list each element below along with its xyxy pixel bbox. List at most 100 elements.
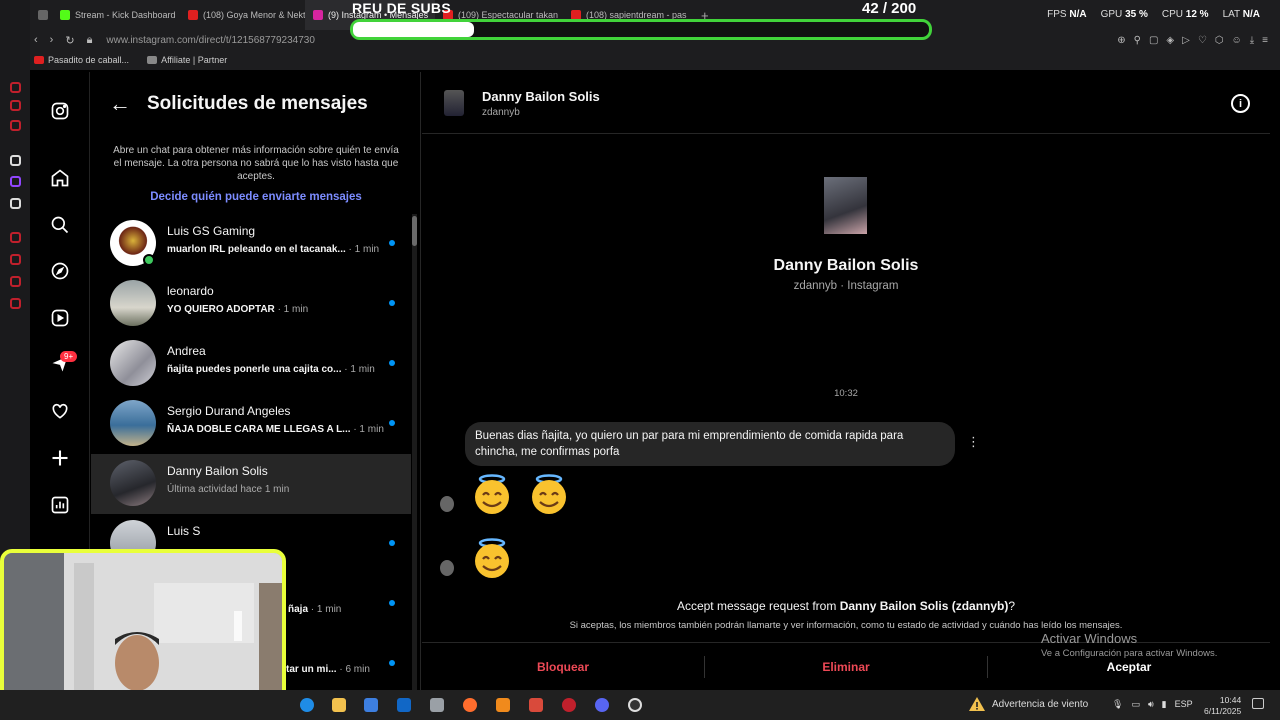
scrollbar-thumb[interactable] [412,216,417,246]
volume-icon[interactable]: 🔊︎ [1148,699,1154,710]
extensions-icon[interactable]: ⬡ [1215,35,1224,46]
twitch-icon[interactable] [10,176,21,187]
sender-avatar [440,560,454,576]
contact-name[interactable]: Danny Bailon Solis [482,89,600,104]
reels-icon[interactable] [48,306,72,330]
app-icon[interactable] [529,698,543,712]
shield-icon[interactable]: ◈ [1166,35,1174,46]
clock[interactable]: 10:44 6/11/2025 [1204,695,1241,717]
edge-icon[interactable] [300,698,314,712]
back-arrow-icon[interactable]: ← [109,91,131,117]
request-preview: ñajita puedes ponerle una cajita co... ·… [167,364,375,375]
sidebar-app-icon[interactable] [10,82,21,93]
notifications-icon[interactable] [1252,698,1264,709]
accept-name: Danny Bailon Solis (zdannyb) [839,599,1009,613]
sidebar-app-icon[interactable] [10,120,21,131]
tab-youtube-1[interactable]: (108) Goya Menor & Nekt [180,0,305,30]
url-field[interactable]: www.instagram.com/direct/t/1215687792347… [106,35,314,46]
profile-avatar[interactable] [824,177,867,234]
who-can-message-link[interactable]: Decide quién puede enviarte mensajes [91,191,420,203]
language-indicator[interactable]: ESP [1175,699,1193,710]
obs-icon[interactable] [628,698,642,712]
reload-icon[interactable]: ↻ [65,34,74,47]
request-name: leonardo [167,284,214,298]
heart-outline-icon[interactable]: ♡ [1198,35,1207,46]
message-bubble[interactable]: Buenas dias ñajita, yo quiero un par par… [465,422,955,466]
bookmark-item[interactable]: Pasadito de caball... [34,55,129,65]
request-item[interactable]: Andrea ñajita puedes ponerle una cajita … [91,334,411,394]
fps-label: FPS [1047,9,1067,20]
watermark-title: Activar Windows [1041,631,1138,646]
message-timestamp: 10:32 [834,388,858,399]
preview-time: · 1 min [344,364,375,375]
conversation-panel: Danny Bailon Solis zdannyb i Danny Bailo… [422,72,1270,690]
block-button[interactable]: Bloquear [422,660,704,674]
file-explorer-icon[interactable] [332,698,346,712]
create-icon[interactable] [48,446,72,470]
battery-icon[interactable]: ▮ [1162,699,1167,710]
gpu-value: 35 % [1125,9,1148,20]
request-item[interactable]: leonardo YO QUIERO ADOPTAR · 1 min [91,274,411,334]
emoji-message[interactable] [471,537,513,579]
weather-widget[interactable]: Advertencia de viento [968,696,1088,712]
explore-icon[interactable] [48,259,72,283]
sidebar-app-icon[interactable] [10,254,21,265]
request-item-selected[interactable]: Danny Bailon Solis Última actividad hace… [91,454,411,514]
request-name: Sergio Durand Angeles [167,404,291,418]
youtube-icon [188,10,198,20]
back-icon[interactable]: ‹ [34,34,38,47]
delete-button[interactable]: Eliminar [705,660,987,674]
accept-button[interactable]: Aceptar [988,660,1270,674]
x-icon[interactable] [10,198,21,209]
play-icon[interactable]: ▷ [1182,35,1190,46]
search-icon[interactable] [48,213,72,237]
requests-scrollbar[interactable] [412,214,417,690]
forward-icon[interactable]: › [50,34,54,47]
request-name: Andrea [167,344,206,358]
gpu-label: GPU [1100,9,1123,20]
mic-icon[interactable]: 🎙︎ [1112,699,1123,710]
settings-icon[interactable] [10,298,21,309]
avatar[interactable] [444,90,464,116]
opera-icon[interactable] [562,698,576,712]
outlook-icon[interactable] [397,698,411,712]
lock-icon: 🔒︎ [86,33,93,46]
system-stats: FPS N/A GPU 35 % CPU 12 % LAT N/A [1047,9,1260,20]
network-icon[interactable]: ▭ [1131,699,1140,710]
request-item[interactable]: Luis GS Gaming muarlon IRL peleando en e… [91,214,411,274]
unread-dot [389,660,395,666]
info-icon[interactable]: i [1231,94,1250,113]
snapshot-icon[interactable]: ▢ [1149,35,1158,46]
emoji-message[interactable] [471,473,513,515]
bookmark-item[interactable]: Affiliate | Partner [147,55,227,65]
app-icon[interactable] [430,698,444,712]
avatar [110,280,156,326]
unread-dot [389,420,395,426]
sidebar-app-icon[interactable] [10,232,21,243]
tab-list[interactable] [30,0,52,30]
instagram-logo-icon[interactable] [48,99,72,123]
dashboard-icon[interactable] [48,493,72,517]
discord-icon[interactable] [595,698,609,712]
store-icon[interactable] [364,698,378,712]
download-icon[interactable]: ⤓ [1250,35,1254,46]
zoom-icon[interactable]: ⊕ [1117,35,1125,46]
request-preview: Última actividad hace 1 min [167,484,290,495]
lat-value: N/A [1242,9,1260,20]
request-name: Danny Bailon Solis [167,464,268,478]
firefox-icon[interactable] [463,698,477,712]
profile-icon[interactable]: ☺ [1232,35,1242,46]
more-options-icon[interactable]: ⋮ [967,434,980,450]
emoji-message[interactable] [528,473,570,515]
pin-icon[interactable]: ⚲ [1134,35,1141,46]
tab-kick[interactable]: Stream - Kick Dashboard [52,0,180,30]
sidebar-app-icon[interactable] [10,155,21,166]
unread-badge: 9+ [60,351,78,362]
sidebar-app-icon[interactable] [10,276,21,287]
heart-icon[interactable] [48,399,72,423]
sidebar-app-icon[interactable] [10,100,21,111]
request-item[interactable]: Sergio Durand Angeles ÑAJA DOBLE CARA ME… [91,394,411,454]
menu-icon[interactable]: ≡ [1262,35,1268,46]
home-icon[interactable] [48,166,72,190]
vlc-icon[interactable] [496,698,510,712]
